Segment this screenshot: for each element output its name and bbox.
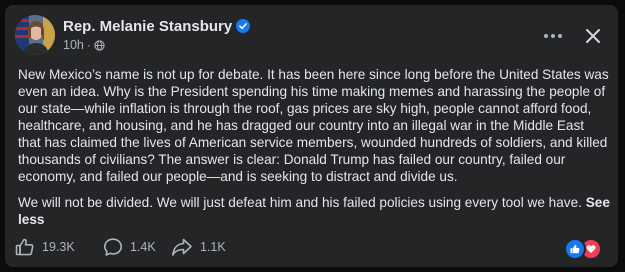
- like-count: 19.3K: [42, 240, 75, 254]
- like-reaction-icon: [564, 238, 586, 260]
- thumbs-up-icon: [15, 238, 34, 256]
- share-button[interactable]: 1.1K: [171, 233, 226, 261]
- more-horizontal-icon: [544, 34, 562, 38]
- post-meta: 10h ·: [63, 38, 250, 52]
- post-timestamp[interactable]: 10h: [63, 38, 84, 52]
- reactions-summary[interactable]: [564, 238, 602, 260]
- close-button[interactable]: [578, 21, 608, 51]
- post-footer: 19.3K 1.4K 1.1K: [15, 233, 608, 261]
- comment-count: 1.4K: [130, 240, 156, 254]
- comment-bubble-icon: [104, 238, 122, 256]
- post-paragraph-2: We will not be divided. We will just def…: [18, 194, 610, 228]
- post-body: New Mexico’s name is not up for debate. …: [18, 66, 610, 237]
- author-line: Rep. Melanie Stansbury: [63, 17, 251, 35]
- post-paragraph-2-text: We will not be divided. We will just def…: [18, 195, 582, 210]
- share-arrow-icon: [172, 238, 192, 256]
- post-header: Rep. Melanie Stansbury 10h ·: [5, 5, 618, 65]
- like-button[interactable]: 19.3K: [15, 233, 75, 261]
- share-count: 1.1K: [200, 240, 226, 254]
- verified-badge-icon: [236, 19, 251, 33]
- more-options-button[interactable]: [538, 21, 568, 51]
- author-block: Rep. Melanie Stansbury 10h ·: [63, 17, 251, 52]
- close-icon: [586, 29, 600, 43]
- post-paragraph-1: New Mexico’s name is not up for debate. …: [18, 67, 609, 184]
- author-avatar[interactable]: [15, 15, 55, 55]
- header-actions: [528, 21, 608, 51]
- meta-separator: ·: [86, 38, 91, 52]
- avatar-image: [15, 15, 55, 55]
- love-reaction-glyph: [586, 245, 596, 253]
- post-card: Rep. Melanie Stansbury 10h · New Mexico’…: [5, 5, 618, 267]
- comment-button[interactable]: 1.4K: [103, 233, 156, 261]
- author-name[interactable]: Rep. Melanie Stansbury: [63, 18, 232, 35]
- like-reaction-glyph: [570, 244, 580, 254]
- globe-icon[interactable]: [94, 39, 105, 51]
